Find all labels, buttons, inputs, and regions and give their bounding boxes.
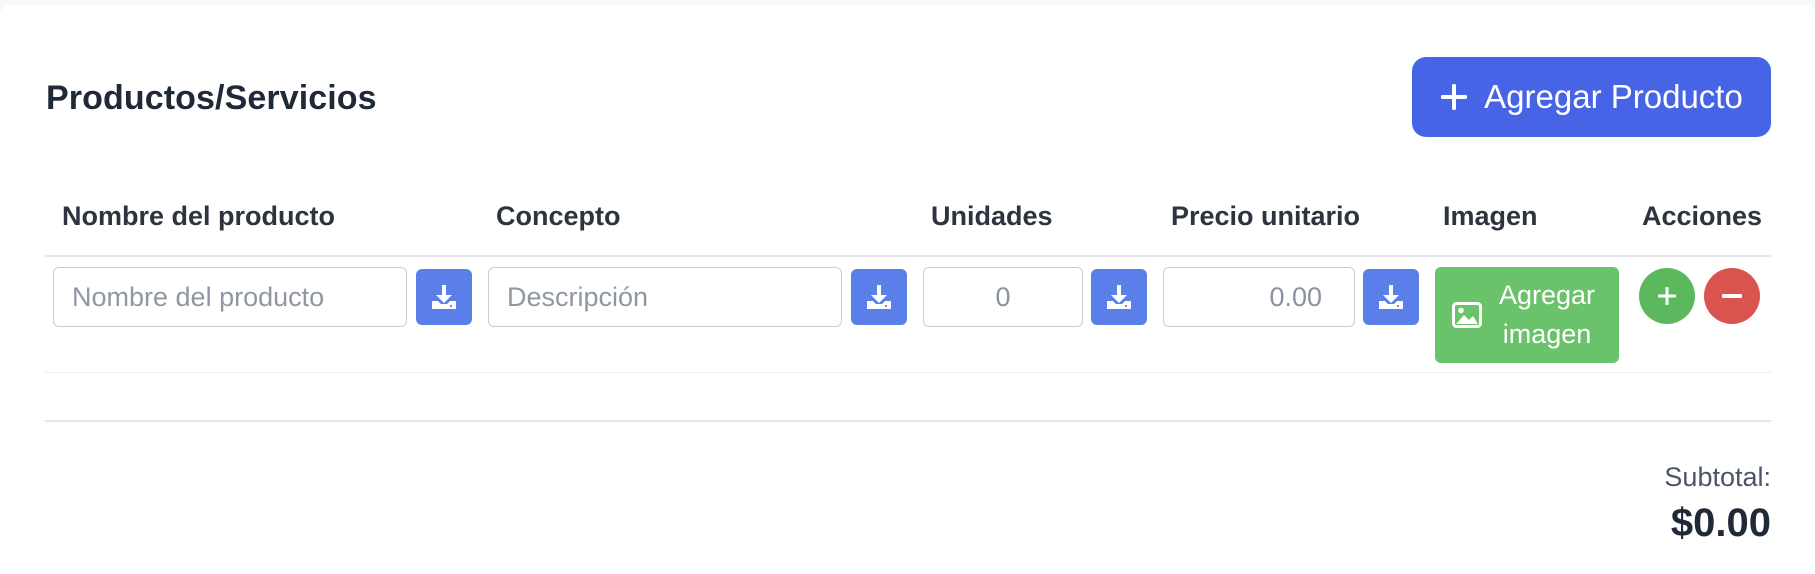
table-header: Nombre del producto Concepto Unidades Pr…: [45, 201, 1771, 257]
unit-price-download-button[interactable]: [1363, 269, 1419, 325]
add-row-button[interactable]: [1639, 268, 1695, 324]
download-icon: [867, 285, 891, 309]
product-name-input[interactable]: [53, 267, 407, 327]
add-product-label: Agregar Producto: [1484, 78, 1743, 115]
column-header-concept: Concepto: [496, 201, 621, 231]
column-header-product-name: Nombre del producto: [62, 201, 336, 231]
product-name-download-button[interactable]: [416, 269, 472, 325]
remove-row-button[interactable]: [1704, 268, 1760, 324]
plus-icon: [1658, 287, 1676, 305]
units-download-button[interactable]: [1091, 269, 1147, 325]
image-icon: [1452, 302, 1482, 328]
minus-icon: [1722, 294, 1742, 298]
column-header-units: Unidades: [931, 201, 1053, 231]
subtotal-label: Subtotal:: [1664, 462, 1771, 492]
column-header-unit-price: Precio unitario: [1171, 201, 1361, 231]
units-input[interactable]: [923, 267, 1083, 327]
download-icon: [1107, 285, 1131, 309]
add-image-button[interactable]: Agregar imagen: [1435, 267, 1619, 363]
column-header-image: Imagen: [1443, 201, 1538, 231]
subtotal-value: $0.00: [1670, 501, 1771, 545]
download-icon: [432, 285, 456, 309]
table-row: Agregar imagen: [45, 257, 1771, 373]
table-divider: [45, 420, 1771, 422]
column-header-actions: Acciones: [1642, 201, 1763, 231]
add-product-button[interactable]: Agregar Producto: [1412, 57, 1771, 137]
add-image-label: Agregar imagen: [1498, 280, 1596, 349]
download-icon: [1379, 285, 1403, 309]
concept-download-button[interactable]: [851, 269, 907, 325]
products-card: Productos/Servicios Agregar Producto Nom…: [0, 5, 1815, 574]
plus-icon: [1441, 84, 1468, 110]
concept-input[interactable]: [488, 267, 842, 327]
page-title: Productos/Servicios: [46, 79, 377, 117]
unit-price-input[interactable]: [1163, 267, 1355, 327]
